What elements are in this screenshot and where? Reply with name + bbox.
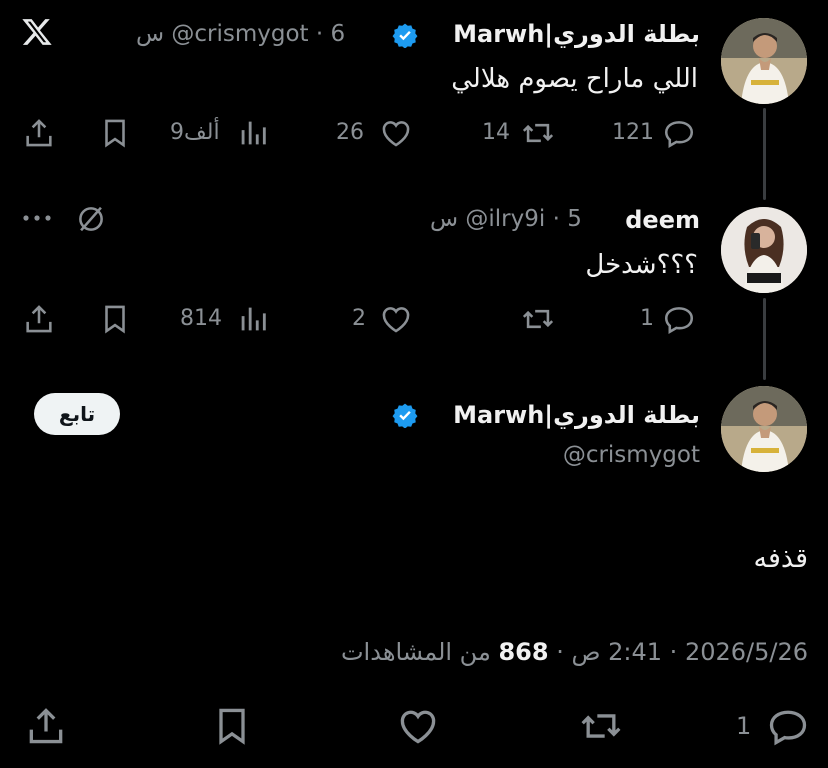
author-name[interactable]: بطلة الدوري|Marwh — [453, 401, 700, 429]
reply-icon[interactable] — [662, 302, 696, 336]
reply-count: 121 — [612, 120, 654, 145]
avatar[interactable] — [721, 207, 807, 293]
meta-separator: · — [662, 638, 678, 666]
author-name-text: بطلة الدوري|Marwh — [453, 401, 700, 429]
bookmark-icon[interactable] — [98, 302, 132, 336]
handle[interactable]: @ilry9i — [465, 206, 545, 232]
views-count: 868 — [498, 638, 549, 666]
views-count: 9ألف — [170, 120, 220, 145]
views-icon[interactable] — [236, 302, 270, 336]
like-count: 26 — [336, 120, 364, 145]
author-name-text: بطلة الدوري|Marwh — [453, 20, 700, 48]
handle[interactable]: @crismygot — [171, 21, 308, 47]
views-label: من المشاهدات — [340, 638, 491, 666]
more-icon[interactable] — [22, 213, 52, 223]
like-icon[interactable] — [379, 116, 413, 150]
share-icon[interactable] — [22, 302, 56, 336]
meta-separator: · — [552, 206, 568, 232]
author-name[interactable]: deem — [625, 206, 700, 234]
avatar[interactable] — [721, 18, 807, 104]
views-icon[interactable] — [236, 116, 270, 150]
handle-text: @crismygot — [562, 442, 700, 468]
like-icon[interactable] — [396, 704, 440, 748]
tweet-text: ؟؟؟شدخل — [585, 250, 698, 280]
handle[interactable]: @crismygot — [563, 442, 700, 468]
follow-button[interactable]: تابع — [34, 393, 120, 435]
verified-badge-icon — [392, 22, 418, 48]
tweet-time[interactable]: 2:41 ص — [571, 638, 662, 666]
reply-count: 1 — [736, 712, 752, 740]
x-logo-icon[interactable] — [21, 16, 53, 48]
thread-line — [763, 108, 766, 200]
like-icon[interactable] — [379, 302, 413, 336]
retweet-icon[interactable] — [520, 116, 556, 150]
retweet-count: 14 — [482, 120, 510, 145]
reply-icon[interactable] — [662, 116, 696, 150]
tweet-meta: @ilry9i · 5 س — [430, 206, 582, 232]
reply-icon[interactable] — [766, 704, 810, 748]
author-name-text: deem — [625, 206, 700, 234]
thread-line — [763, 298, 766, 380]
tweet-text: اللي ماراح يصوم هلالي — [451, 64, 698, 94]
views-count: 814 — [180, 306, 222, 331]
tweet-text: قذفه — [753, 543, 808, 574]
author-name[interactable]: بطلة الدوري|Marwh — [453, 20, 700, 48]
verified-badge-icon — [392, 402, 418, 428]
avatar[interactable] — [721, 386, 807, 472]
bookmark-icon[interactable] — [98, 116, 132, 150]
tweet-date[interactable]: 2026/5/26 — [685, 638, 808, 666]
meta-separator: · — [315, 21, 331, 47]
tweet-stats: 2026/5/26 · 2:41 ص · 868 من المشاهدات — [341, 638, 808, 666]
share-icon[interactable] — [24, 704, 68, 748]
reply-count: 1 — [640, 306, 654, 331]
tweet-meta: @crismygot · 6 س — [136, 21, 345, 47]
meta-separator: · — [548, 638, 564, 666]
like-count: 2 — [352, 306, 366, 331]
share-icon[interactable] — [22, 116, 56, 150]
grok-icon[interactable] — [74, 202, 108, 236]
retweet-icon[interactable] — [520, 302, 556, 336]
retweet-icon[interactable] — [578, 704, 624, 748]
bookmark-icon[interactable] — [210, 704, 254, 748]
